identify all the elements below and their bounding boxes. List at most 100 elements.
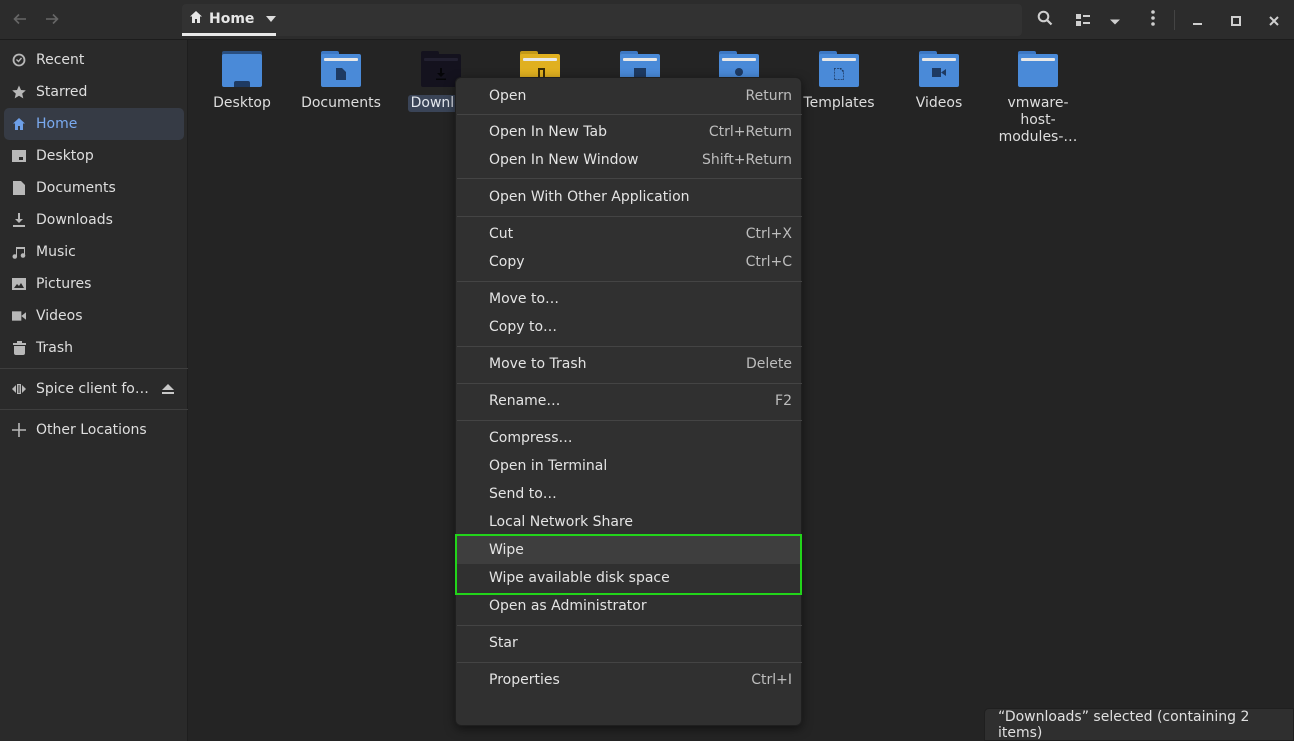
menu-item-open-in-terminal[interactable]: Open in Terminal [457,452,802,480]
menu-separator [457,178,802,179]
chevron-down-icon [266,15,277,22]
menu-item-accel: Ctrl+C [745,254,792,270]
sidebar-item-pictures[interactable]: Pictures [4,268,184,300]
menu-item-cut[interactable]: Cut Ctrl+X [457,220,802,248]
sidebar-item-spice-client[interactable]: Spice client fo… [4,373,184,405]
menu-item-send-to[interactable]: Send to… [457,480,802,508]
minimize-icon [1193,11,1203,30]
menu-item-label: Open [489,88,527,104]
menu-item-open-in-new-tab[interactable]: Open In New Tab Ctrl+Return [457,118,802,146]
menu-item-label: Wipe [489,542,524,558]
back-button[interactable] [8,8,32,32]
menu-item-label: Send to… [489,486,557,502]
menu-item-move-to[interactable]: Move to… [457,285,802,313]
trash-icon [12,341,26,355]
star-icon [12,85,26,99]
file-item-vmware-host-modules[interactable]: vmware- host- modules-… [988,51,1088,146]
sidebar-item-other-locations[interactable]: Other Locations [4,414,184,446]
file-name: Videos [915,95,963,111]
chevron-down-icon [1109,11,1121,30]
menu-item-label: Open as Administrator [489,598,647,614]
menu-item-open-as-administrator[interactable]: Open as Administrator [457,592,802,620]
menu-item-accel: F2 [775,393,792,409]
sidebar-item-starred[interactable]: Starred [4,76,184,108]
view-toggle-button[interactable] [1071,8,1095,32]
sidebar-item-label: Home [36,116,78,132]
sidebar-item-desktop[interactable]: Desktop [4,140,184,172]
menu-item-label: Move to Trash [489,356,587,372]
eject-icon[interactable] [162,383,174,399]
menu-separator [457,216,802,217]
forward-button[interactable] [40,8,64,32]
menu-item-wipe-available-disk-space[interactable]: Wipe available disk space [457,564,802,592]
sidebar-item-downloads[interactable]: Downloads [4,204,184,236]
menu-item-copy-to[interactable]: Copy to… [457,313,802,341]
sidebar-item-label: Downloads [36,212,113,228]
file-item-desktop[interactable]: Desktop [192,51,292,112]
file-manager-window: Home Recent Starred Home Desktop Documen… [0,0,1294,741]
home-icon [189,9,203,28]
file-item-documents[interactable]: Documents [291,51,391,112]
status-text: “Downloads” selected (containing 2 items… [998,708,1250,741]
sidebar-item-documents[interactable]: Documents [4,172,184,204]
view-options-button[interactable] [1103,8,1127,32]
main-menu-button[interactable] [1141,8,1165,32]
sidebar-item-trash[interactable]: Trash [4,332,184,364]
menu-item-copy[interactable]: Copy Ctrl+C [457,248,802,276]
menu-separator [457,114,802,115]
minimize-button[interactable] [1186,8,1210,32]
kebab-menu-icon [1151,10,1155,30]
sidebar-item-label: Starred [36,84,88,100]
menu-item-label: Star [489,635,518,651]
header-bar: Home [0,0,1294,40]
path-bar: Home [182,4,1022,36]
menu-item-compress[interactable]: Compress… [457,424,802,452]
menu-item-label: Open In New Tab [489,124,607,140]
folder-desktop-icon [222,51,262,87]
sidebar-item-label: Music [36,244,76,260]
menu-item-properties[interactable]: Properties Ctrl+I [457,666,802,694]
menu-item-label: Copy [489,254,525,270]
sidebar-item-home[interactable]: Home [4,108,184,140]
home-icon [12,117,26,131]
sidebar-item-recent[interactable]: Recent [4,44,184,76]
menu-separator [457,420,802,421]
sidebar-item-videos[interactable]: Videos [4,300,184,332]
menu-item-open-in-new-window[interactable]: Open In New Window Shift+Return [457,146,802,174]
close-button[interactable] [1262,8,1286,32]
clock-icon [12,53,26,67]
menu-item-open-with-other-application[interactable]: Open With Other Application [457,183,802,211]
file-name: vmware- host- modules-… [998,95,1078,145]
status-bar: “Downloads” selected (containing 2 items… [984,708,1294,741]
file-item-templates[interactable]: Templates [789,51,889,112]
desktop-icon [12,149,26,163]
menu-item-label: Open In New Window [489,152,639,168]
file-item-videos[interactable]: Videos [889,51,989,112]
menu-separator [457,346,802,347]
folder-icon [1018,51,1058,87]
arrow-right-icon [45,11,59,30]
menu-item-label: Properties [489,672,560,688]
sidebar-separator [0,409,188,410]
menu-item-label: Cut [489,226,514,242]
file-name: Desktop [213,95,271,111]
sidebar-item-label: Desktop [36,148,94,164]
path-button-home[interactable]: Home [182,4,277,36]
folder-templates-icon [819,51,859,87]
sidebar-item-label: Recent [36,52,85,68]
menu-item-wipe[interactable]: Wipe [457,536,802,564]
sidebar-item-label: Documents [36,180,116,196]
close-icon [1269,11,1279,30]
menu-item-star[interactable]: Star [457,629,802,657]
document-icon [12,181,26,195]
sidebar-item-music[interactable]: Music [4,236,184,268]
menu-item-open[interactable]: Open Return [457,82,802,110]
menu-item-accel: Shift+Return [701,152,792,168]
maximize-button[interactable] [1224,8,1248,32]
search-button[interactable] [1033,8,1057,32]
menu-item-label: Open in Terminal [489,458,608,474]
sidebar-item-label: Videos [36,308,83,324]
menu-item-move-to-trash[interactable]: Move to Trash Delete [457,350,802,378]
menu-item-rename[interactable]: Rename… F2 [457,387,802,415]
menu-item-local-network-share[interactable]: Local Network Share [457,508,802,536]
